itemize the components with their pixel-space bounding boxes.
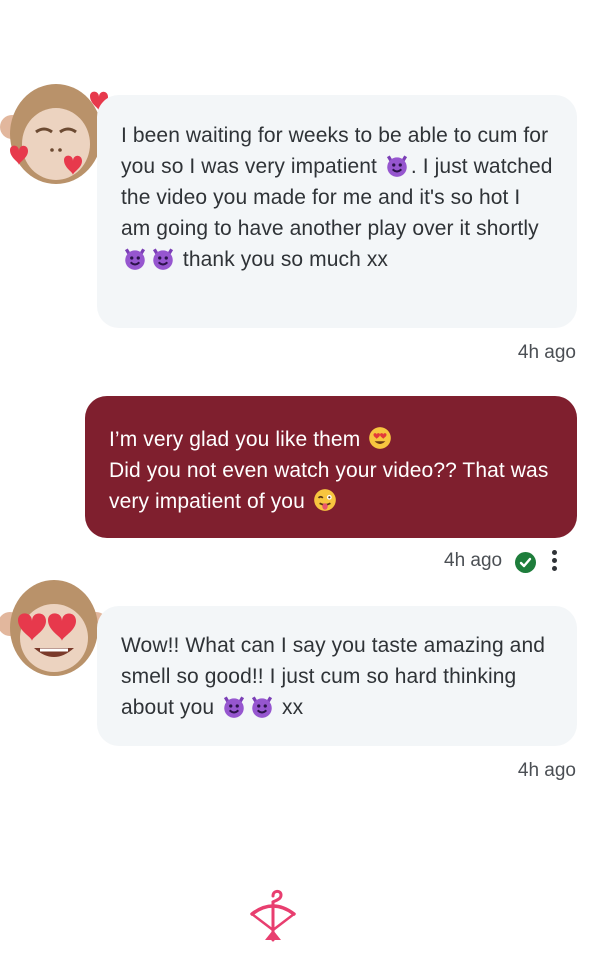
winking-tongue-emoji-icon [313,489,336,511]
message-timestamp: 4h ago [444,550,503,571]
message-timestamp: 4h ago [517,342,576,363]
bow-and-arrow-logo-icon[interactable] [244,888,302,953]
outgoing-message-bubble[interactable]: I’m very glad you like them Did you not … [85,396,577,538]
incoming-message-bubble[interactable]: I been waiting for weeks to be able to c… [97,95,577,328]
heart-eyes-emoji-icon [369,427,392,449]
sender-avatar[interactable] [0,82,112,194]
smiling-devil-emoji-icon [252,696,273,718]
sender-avatar[interactable] [0,576,112,688]
heart-eyes-monkey-icon [0,580,108,676]
message-line: I’m very glad you like them [109,428,367,451]
smiling-devil-emoji-icon [152,248,174,270]
message-text: Wow!! What can I say you taste amazing a… [121,634,546,719]
smiling-devil-emoji-icon [224,696,245,718]
more-vertical-icon[interactable] [552,550,558,572]
message-text: xx [276,696,304,719]
monkey-with-hearts-icon [0,84,112,184]
message-text: thank you so much xx [177,248,389,271]
incoming-message-bubble[interactable]: Wow!! What can I say you taste amazing a… [97,606,577,746]
smiling-devil-emoji-icon [124,248,146,270]
delivered-check-icon [515,552,536,573]
message-timestamp: 4h ago [517,760,576,781]
smiling-devil-emoji-icon [386,155,407,177]
